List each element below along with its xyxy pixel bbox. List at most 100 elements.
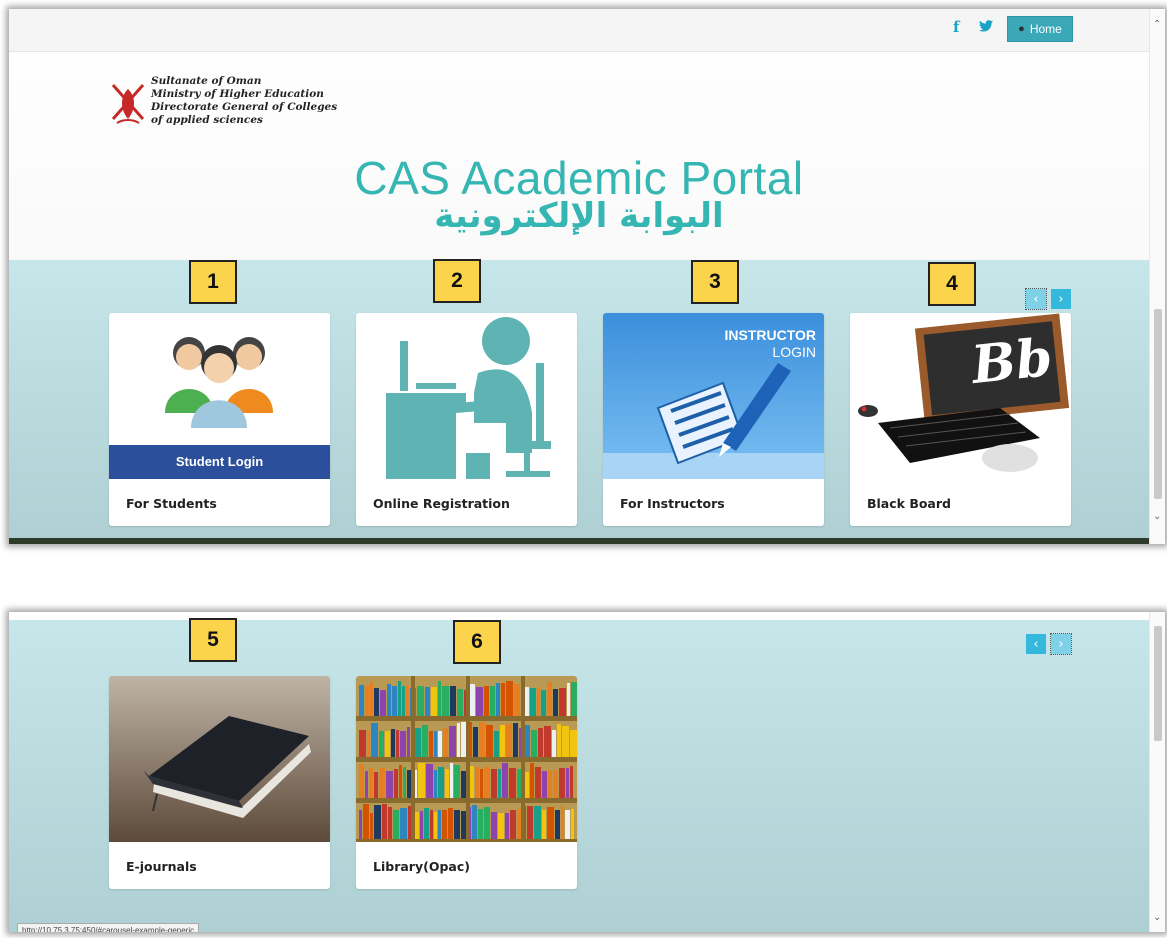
book-spine bbox=[438, 731, 442, 757]
book-spine bbox=[369, 768, 373, 798]
instructor-text-line: LOGIN bbox=[772, 344, 816, 360]
book-spine bbox=[442, 686, 449, 716]
twitter-icon[interactable] bbox=[979, 18, 993, 36]
book-spine bbox=[407, 727, 410, 757]
book-spine bbox=[431, 687, 437, 716]
book-spine bbox=[491, 812, 497, 839]
book-spine bbox=[559, 768, 565, 798]
book-spine bbox=[505, 813, 509, 839]
number-badge: 3 bbox=[691, 260, 739, 304]
home-button-label: Home bbox=[1029, 22, 1062, 36]
logo-line: Ministry of Higher Education bbox=[151, 88, 324, 100]
number-badge: 2 bbox=[433, 259, 481, 303]
scroll-thumb[interactable] bbox=[1154, 626, 1162, 741]
book-spine bbox=[566, 768, 569, 798]
user-icon: ● bbox=[1018, 23, 1025, 35]
book-spine bbox=[399, 765, 402, 798]
carousel-band: 5 6 ‹ › E-journals Library(Opac) bbox=[9, 618, 1149, 932]
book-spine bbox=[379, 768, 385, 798]
scrollbar[interactable]: ⌃ ⌄ bbox=[1149, 9, 1165, 544]
book-spine bbox=[365, 686, 369, 716]
book-spine bbox=[535, 767, 541, 798]
carousel-prev-button[interactable]: ‹ bbox=[1026, 634, 1046, 654]
carousel-band: 1 2 3 4 ‹ › Student Login For Students O… bbox=[9, 259, 1149, 544]
registration-image bbox=[356, 313, 577, 479]
book-spine bbox=[359, 685, 364, 716]
book-spine bbox=[370, 682, 373, 716]
carousel-next-button[interactable]: › bbox=[1051, 289, 1071, 309]
book-spine bbox=[547, 682, 552, 716]
page-title-arabic: البوابة الإلكترونية bbox=[434, 196, 724, 236]
scrollbar[interactable]: ⌄ bbox=[1149, 612, 1165, 932]
card-caption: Online Registration bbox=[373, 496, 510, 511]
book-spine bbox=[470, 684, 475, 716]
book-spine bbox=[461, 811, 466, 839]
book-spine bbox=[484, 767, 490, 798]
book-spine bbox=[424, 808, 429, 839]
book-spine bbox=[472, 805, 477, 839]
book-spine bbox=[570, 730, 577, 757]
book-spine bbox=[510, 810, 516, 839]
book-spine bbox=[415, 728, 421, 757]
book-spine bbox=[374, 772, 378, 798]
book-spine bbox=[417, 686, 424, 716]
card-black-board[interactable]: Bb Black Board bbox=[850, 313, 1071, 526]
book-spine bbox=[547, 807, 554, 839]
logo-line: Sultanate of Oman bbox=[151, 75, 262, 87]
book-spine bbox=[548, 770, 552, 798]
book-spine bbox=[402, 686, 405, 716]
number-badge: 4 bbox=[928, 262, 976, 306]
book-spine bbox=[490, 686, 495, 716]
carousel-prev-button[interactable]: ‹ bbox=[1025, 288, 1047, 310]
bookshelf-icon bbox=[356, 676, 577, 842]
card-library-opac[interactable]: Library(Opac) bbox=[356, 676, 577, 889]
book-spine bbox=[438, 767, 444, 798]
home-button[interactable]: ● Home bbox=[1007, 16, 1073, 42]
card-caption: For Students bbox=[126, 496, 217, 511]
card-e-journals[interactable]: E-journals bbox=[109, 676, 330, 889]
book-spine bbox=[393, 810, 399, 839]
facebook-icon[interactable]: f bbox=[953, 18, 959, 36]
book-spine bbox=[478, 809, 483, 839]
book-spine bbox=[531, 730, 537, 757]
book-spine bbox=[382, 804, 387, 839]
book-spine bbox=[506, 681, 513, 716]
book-spine bbox=[367, 731, 370, 757]
book-spine bbox=[434, 812, 437, 839]
book-spine bbox=[476, 687, 483, 716]
book-spine bbox=[457, 689, 463, 716]
book-spine bbox=[525, 772, 529, 798]
card-for-students[interactable]: Student Login For Students bbox=[109, 313, 330, 526]
library-image bbox=[356, 676, 577, 842]
book-spine bbox=[501, 683, 505, 716]
scroll-down-icon[interactable]: ⌄ bbox=[1153, 912, 1161, 923]
scroll-up-icon[interactable]: ⌃ bbox=[1153, 19, 1161, 30]
logo-line: Directorate General of Colleges bbox=[151, 101, 338, 113]
book-spine bbox=[538, 728, 543, 757]
number-badge: 1 bbox=[189, 260, 237, 304]
book-spine bbox=[514, 684, 520, 716]
book-spine bbox=[494, 731, 499, 757]
book-spine bbox=[513, 723, 518, 757]
book-spine bbox=[403, 767, 406, 798]
carousel-next-button[interactable]: › bbox=[1050, 633, 1072, 655]
scroll-down-icon[interactable]: ⌄ bbox=[1153, 511, 1161, 522]
book-spine bbox=[542, 810, 546, 839]
card-for-instructors[interactable]: INSTRUCTOR LOGIN For Instructors bbox=[603, 313, 824, 526]
book-spine bbox=[461, 722, 466, 757]
book-spine bbox=[374, 688, 379, 716]
book-spine bbox=[394, 769, 398, 798]
card-caption: E-journals bbox=[126, 859, 197, 874]
book-spine bbox=[415, 812, 419, 839]
student-login-image: Student Login bbox=[109, 313, 330, 479]
card-online-registration[interactable]: Online Registration bbox=[356, 313, 577, 526]
book-spine bbox=[565, 810, 570, 839]
logo-line: of applied sciences bbox=[151, 114, 263, 126]
book-spine bbox=[454, 765, 460, 798]
book-spine bbox=[450, 686, 456, 716]
book-spine bbox=[400, 731, 406, 757]
blackboard-logo-text: Bb bbox=[968, 326, 1056, 397]
scroll-thumb[interactable] bbox=[1154, 309, 1162, 499]
book-spine bbox=[400, 808, 407, 839]
card-caption: Library(Opac) bbox=[373, 859, 470, 874]
